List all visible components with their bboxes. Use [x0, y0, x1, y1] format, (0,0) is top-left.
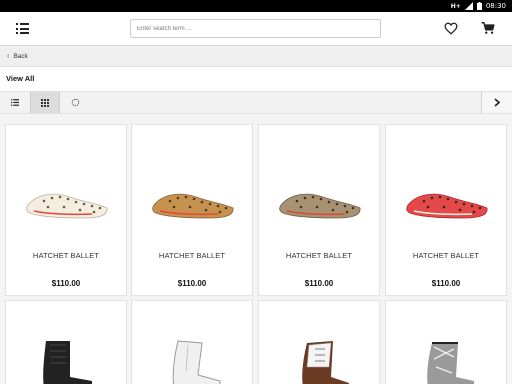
product-card[interactable]: HATCHET BALLET $110.00	[258, 124, 380, 296]
page-title: View All	[6, 74, 35, 83]
chevron-left-icon: ‹	[7, 52, 10, 60]
ballet-flat-icon	[26, 193, 108, 219]
ballet-flat-icon	[406, 193, 488, 219]
app-header	[0, 12, 512, 46]
clock: 08:30	[485, 2, 506, 10]
product-price: $110.00	[51, 279, 81, 288]
product-name: HATCHET BALLET	[158, 251, 226, 260]
product-price: $110.00	[431, 279, 461, 288]
boot-icon	[302, 341, 349, 384]
product-card[interactable]: HATCHET BALLET $110.00	[131, 124, 253, 296]
boot-icon	[43, 341, 92, 384]
menu-icon[interactable]	[16, 23, 29, 34]
product-card[interactable]	[5, 300, 127, 384]
next-button[interactable]	[481, 92, 512, 113]
grid-view-button[interactable]	[30, 92, 60, 113]
product-card[interactable]	[258, 300, 380, 384]
signal-icon	[464, 2, 473, 10]
ballet-flat-icon	[152, 193, 234, 219]
product-grid: HATCHET BALLET $110.00 HATCHET BALLET $1…	[0, 114, 512, 384]
back-button[interactable]: ‹ Back	[0, 46, 512, 67]
cart-icon[interactable]	[481, 21, 495, 35]
search-input[interactable]	[130, 19, 381, 38]
product-price: $110.00	[177, 279, 207, 288]
list-view-button[interactable]	[0, 92, 30, 113]
network-type: H+	[450, 2, 461, 10]
product-card[interactable]	[385, 300, 507, 384]
battery-icon	[476, 2, 482, 10]
product-name: HATCHET BALLET	[412, 251, 480, 260]
boot-icon	[172, 340, 221, 384]
chevron-right-icon	[494, 98, 500, 107]
heart-icon[interactable]	[444, 22, 458, 35]
refresh-button[interactable]	[60, 92, 90, 113]
back-label: Back	[13, 52, 28, 60]
list-view-icon	[11, 99, 19, 106]
product-name: HATCHET BALLET	[285, 251, 353, 260]
boot-icon	[427, 342, 474, 384]
view-toolbar	[0, 91, 512, 114]
ballet-flat-icon	[279, 193, 361, 219]
product-card[interactable]	[131, 300, 253, 384]
status-bar: H+ 08:30	[0, 0, 512, 12]
product-card[interactable]: HATCHET BALLET $110.00	[385, 124, 507, 296]
grid-view-icon	[41, 98, 49, 107]
product-card[interactable]: HATCHET BALLET $110.00	[5, 124, 127, 296]
refresh-icon	[71, 98, 79, 107]
product-name: HATCHET BALLET	[32, 251, 100, 260]
product-price: $110.00	[304, 279, 334, 288]
